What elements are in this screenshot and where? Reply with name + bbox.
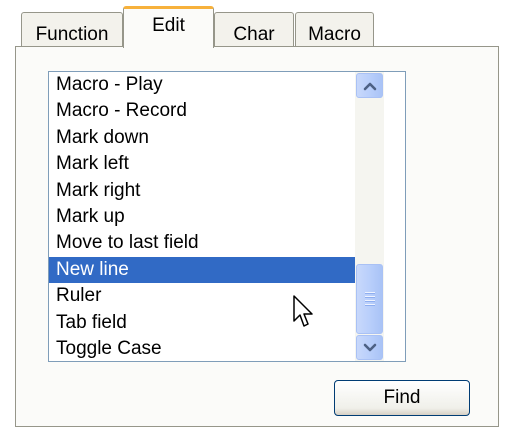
command-listbox[interactable]: Macro - Play Macro - Record Mark down Ma…: [48, 71, 406, 362]
list-item[interactable]: Mark down: [49, 125, 355, 151]
tab-strip: Function Edit Char Macro: [0, 0, 509, 48]
mouse-pointer-icon: [293, 295, 313, 327]
tab-char[interactable]: Char: [214, 12, 294, 48]
scroll-thumb[interactable]: [356, 264, 383, 334]
list-item[interactable]: Mark right: [49, 178, 355, 204]
scroll-grip-icon: [364, 292, 375, 306]
list-item[interactable]: Mark up: [49, 204, 355, 230]
tab-edit-label: Edit: [152, 15, 185, 36]
list-item[interactable]: Macro - Record: [49, 98, 355, 124]
list-item[interactable]: Macro - Play: [49, 72, 355, 98]
chevron-down-icon: [363, 343, 376, 351]
tab-edit[interactable]: Edit: [123, 6, 214, 48]
list-item[interactable]: Toggle Case: [49, 336, 355, 362]
find-button[interactable]: Find: [334, 380, 470, 416]
tab-panel-edit: Macro - Play Macro - Record Mark down Ma…: [15, 46, 499, 427]
vertical-scrollbar[interactable]: [355, 72, 384, 361]
list-item-selected[interactable]: New line: [49, 256, 355, 284]
tab-macro-label: Macro: [308, 24, 361, 45]
list-item[interactable]: Mark left: [49, 151, 355, 177]
tab-macro[interactable]: Macro: [295, 12, 374, 48]
list-item[interactable]: Move to last field: [49, 230, 355, 256]
chevron-up-icon: [363, 82, 376, 90]
scroll-up-button[interactable]: [356, 73, 383, 98]
tab-function[interactable]: Function: [21, 12, 123, 48]
tab-function-label: Function: [35, 24, 109, 45]
scroll-down-button[interactable]: [356, 335, 383, 360]
tab-char-label: Char: [233, 24, 275, 45]
